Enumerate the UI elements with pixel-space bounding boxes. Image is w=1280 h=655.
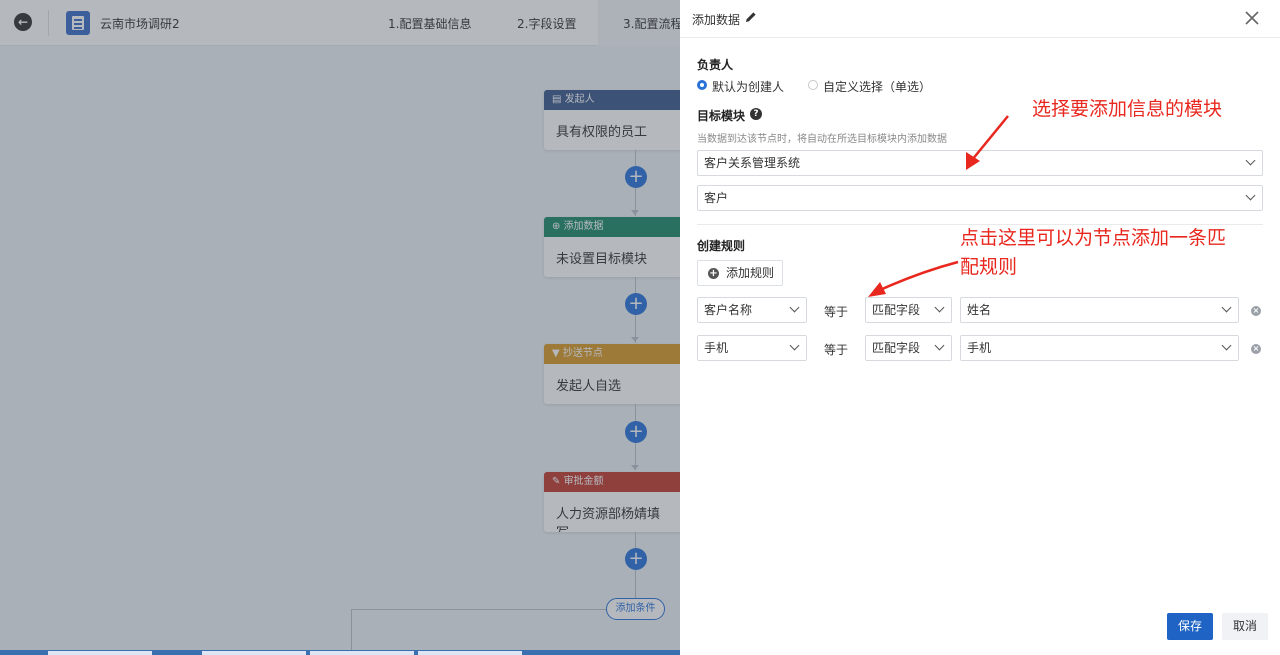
radio-default-creator[interactable] [697, 80, 707, 90]
target-module-value: 客户 [704, 191, 729, 205]
target-system-select[interactable]: 客户关系管理系统 [697, 150, 1263, 176]
target-system-value: 客户关系管理系统 [704, 156, 801, 170]
rule-mode-select[interactable]: 匹配字段 [865, 335, 952, 361]
drawer-title: 添加数据 [692, 13, 741, 27]
chevron-down-icon [1221, 302, 1232, 313]
rule-value-select[interactable]: 手机 [960, 335, 1239, 361]
create-rule-label: 创建规则 [697, 239, 746, 253]
rule-value: 手机 [967, 341, 992, 355]
target-module-hint: 当数据到达该节点时，将自动在所选目标模块内添加数据 [697, 134, 947, 145]
chevron-down-icon [789, 302, 800, 313]
remove-rule-icon[interactable]: × [1251, 306, 1261, 316]
radio-custom-select-label[interactable]: 自定义选择（单选） [823, 78, 931, 95]
plus-circle-icon: + [708, 268, 719, 279]
rule-operator: 等于 [824, 305, 849, 319]
owner-label: 负责人 [697, 58, 734, 72]
target-module-select[interactable]: 客户 [697, 185, 1263, 211]
radio-custom-select[interactable] [808, 80, 818, 90]
rule-field-select[interactable]: 手机 [697, 335, 807, 361]
annotation-add-rule-line2: 配规则 [960, 256, 1018, 278]
chevron-down-icon [1221, 340, 1232, 351]
pencil-icon[interactable] [744, 10, 758, 24]
chevron-down-icon [934, 302, 945, 313]
taskbar-tab[interactable] [418, 651, 522, 655]
cancel-button[interactable]: 取消 [1222, 613, 1268, 640]
add-rule-button[interactable]: + 添加规则 [697, 260, 783, 286]
chevron-down-icon [1245, 155, 1256, 166]
annotation-select-module: 选择要添加信息的模块 [1032, 98, 1223, 120]
taskbar-tab[interactable] [48, 651, 152, 655]
rule-value-select[interactable]: 姓名 [960, 297, 1239, 323]
rule-operator: 等于 [824, 343, 849, 357]
rule-value: 姓名 [967, 303, 992, 317]
modal-overlay[interactable] [0, 0, 680, 655]
radio-default-creator-label[interactable]: 默认为创建人 [712, 78, 784, 95]
chevron-down-icon [1245, 190, 1256, 201]
drawer-header: 添加数据 [680, 0, 1280, 38]
chevron-down-icon [934, 340, 945, 351]
close-icon[interactable] [1242, 8, 1262, 28]
rule-field-select[interactable]: 客户名称 [697, 297, 807, 323]
target-module-label: 目标模块 [697, 109, 746, 123]
taskbar-tab[interactable] [202, 651, 306, 655]
taskbar-tab[interactable] [310, 651, 414, 655]
rule-mode-value: 匹配字段 [872, 341, 921, 355]
rule-mode-value: 匹配字段 [872, 303, 921, 317]
rule-mode-select[interactable]: 匹配字段 [865, 297, 952, 323]
annotation-add-rule-line1: 点击这里可以为节点添加一条匹 [960, 227, 1227, 249]
save-button[interactable]: 保存 [1167, 613, 1213, 640]
chevron-down-icon [789, 340, 800, 351]
rule-field-value: 手机 [704, 341, 729, 355]
add-rule-label: 添加规则 [726, 266, 775, 280]
help-icon[interactable]: ? [750, 108, 762, 120]
rule-field-value: 客户名称 [704, 303, 753, 317]
remove-rule-icon[interactable]: × [1251, 344, 1261, 354]
